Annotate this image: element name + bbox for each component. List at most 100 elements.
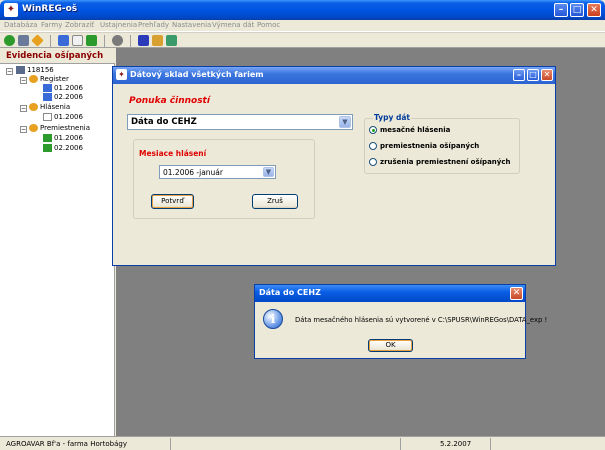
activity-value: Dáta do CEHZ	[131, 117, 197, 127]
left-panel: Evidencia ošípaných − 118156 − Register …	[0, 48, 115, 436]
tree-root-label: 118156	[27, 66, 54, 74]
tree-item-label: 01.2006	[54, 84, 83, 92]
radio-cancelled-transfers[interactable]: zrušenia premiestnení ošípaných	[369, 158, 510, 166]
data-warehouse-window: ✦ Dátový sklad všetkých fariem – □ ✕ Pon…	[112, 66, 556, 266]
tree-premiestnenia-label: Premiestnenia	[40, 124, 91, 132]
radio-pig-transfers[interactable]: premiestnenia ošípaných	[369, 142, 479, 150]
data-types-label: Typy dát	[373, 113, 411, 122]
menu-zobrazit[interactable]: Zobraziť	[65, 21, 94, 29]
menu-farmy[interactable]: Farmy	[41, 21, 62, 29]
tree-hlasenia[interactable]: Hlásenia	[29, 103, 70, 111]
tree-register-item[interactable]: 02.2006	[43, 93, 83, 101]
close-button[interactable]: ✕	[587, 3, 601, 17]
main-title-bar[interactable]: ✦ WinREG-oš – □ ✕	[0, 0, 605, 20]
users-icon[interactable]	[58, 35, 69, 46]
dialog-title-bar[interactable]: Dáta do CEHZ ✕	[255, 285, 525, 302]
menu-bar: Databáza Farmy Zobraziť Ustajnenia Prehľ…	[0, 20, 605, 32]
tree-expander[interactable]: −	[20, 105, 27, 112]
ok-button[interactable]: OK	[368, 339, 413, 352]
pig-icon	[43, 84, 52, 92]
radio-label: mesačné hlásenia	[380, 126, 451, 134]
left-panel-title: Evidencia ošípaných	[6, 51, 104, 61]
radio-button[interactable]	[369, 142, 377, 150]
radio-monthly-reports[interactable]: mesačné hlásenia	[369, 126, 450, 134]
tree-hlasenia-label: Hlásenia	[40, 103, 71, 111]
child-minimize-button[interactable]: –	[513, 69, 525, 81]
radio-label: zrušenia premiestnení ošípaných	[380, 158, 511, 166]
tree-item-label: 02.2006	[54, 93, 83, 101]
status-farm: AGROAVAR Bf'a - farma Hortobágy	[6, 440, 127, 448]
transfer-item-icon	[43, 144, 52, 152]
child-maximize-button[interactable]: □	[527, 69, 539, 81]
data-types-group: Typy dát mesačné hlásenia premiestnenia …	[364, 113, 520, 174]
menu-prehlady[interactable]: Prehľady	[138, 21, 169, 29]
radio-button-selected[interactable]	[369, 126, 377, 134]
minimize-button[interactable]: –	[554, 3, 568, 17]
menu-pomoc[interactable]: Pomoc	[257, 21, 280, 29]
dialog-title: Dáta do CEHZ	[259, 288, 321, 297]
info-icon: i	[263, 309, 283, 329]
radio-label: premiestnenia ošípaných	[380, 142, 480, 150]
tree-expander[interactable]: −	[20, 77, 27, 84]
status-divider	[490, 438, 491, 450]
month-combobox[interactable]: 01.2006 -január ▼	[159, 165, 276, 179]
status-bar: AGROAVAR Bf'a - farma Hortobágy 5.2.2007	[0, 436, 605, 450]
dialog-message: Dáta mesačného hlásenia sú vytvorené v C…	[295, 316, 548, 324]
menu-vymena-dat[interactable]: Výmena dát	[212, 21, 254, 29]
toolbar-separator	[50, 35, 51, 47]
report-doc-icon	[43, 113, 52, 121]
month-value: 01.2006 -január	[163, 168, 223, 177]
tools-icon[interactable]	[112, 35, 123, 46]
activity-combobox[interactable]: Dáta do CEHZ ▼	[127, 114, 353, 130]
cancel-button[interactable]: Zruš	[252, 194, 298, 209]
menu-ustajnenia[interactable]: Ustajnenia	[100, 21, 137, 29]
tree-item-label: 02.2006	[54, 144, 83, 152]
diamond-icon[interactable]	[31, 34, 44, 47]
tree-premiestnenia-item[interactable]: 01.2006	[43, 134, 83, 142]
tree-register-label: Register	[40, 75, 69, 83]
tree-premiestnenia[interactable]: Premiestnenia	[29, 124, 90, 132]
months-group-label: Mesiace hlásení	[138, 149, 208, 158]
pig-icon	[43, 93, 52, 101]
child-window-icon[interactable]: ✦	[116, 69, 127, 80]
chevron-down-icon[interactable]: ▼	[263, 167, 274, 177]
app-icon[interactable]: ✦	[4, 3, 18, 17]
months-group: Mesiace hlásení 01.2006 -január ▼ Potvrď…	[133, 139, 315, 219]
menu-databaza[interactable]: Databáza	[4, 21, 37, 29]
save-icon[interactable]	[138, 35, 149, 46]
tree-premiestnenia-item[interactable]: 02.2006	[43, 144, 83, 152]
grid-icon[interactable]	[18, 35, 29, 46]
report-icon	[29, 103, 38, 111]
document-icon[interactable]	[72, 35, 83, 46]
tree-root[interactable]: 118156	[16, 66, 54, 74]
toolbar-separator	[104, 35, 105, 47]
tree-register[interactable]: Register	[29, 75, 69, 83]
dialog-close-button[interactable]: ✕	[510, 287, 523, 300]
child-window-title: Dátový sklad všetkých fariem	[130, 70, 264, 79]
database-icon[interactable]	[166, 35, 177, 46]
tree-expander[interactable]: −	[20, 126, 27, 133]
radio-button[interactable]	[369, 158, 377, 166]
toolbar	[0, 32, 605, 48]
transfer-item-icon	[43, 134, 52, 142]
ok-check-icon[interactable]	[4, 35, 15, 46]
activity-label: Ponuka činností	[129, 96, 210, 106]
child-title-bar[interactable]: ✦ Dátový sklad všetkých fariem – □ ✕	[113, 67, 555, 84]
export-icon[interactable]	[152, 35, 163, 46]
message-dialog: Dáta do CEHZ ✕ i Dáta mesačného hlásenia…	[254, 284, 547, 359]
tree-hlasenia-item[interactable]: 01.2006	[43, 113, 83, 121]
confirm-button[interactable]: Potvrď	[151, 194, 194, 209]
transfer-folder-icon	[29, 124, 38, 132]
farm-icon	[16, 66, 25, 74]
tree-expander[interactable]: −	[6, 68, 13, 75]
child-close-button[interactable]: ✕	[541, 69, 553, 81]
left-panel-header: Evidencia ošípaných	[0, 48, 115, 64]
menu-nastavenia[interactable]: Nastavenia	[172, 21, 211, 29]
tree-register-item[interactable]: 01.2006	[43, 84, 83, 92]
chevron-down-icon[interactable]: ▼	[339, 116, 351, 128]
status-divider	[170, 438, 171, 450]
maximize-button[interactable]: □	[570, 3, 584, 17]
transfer-icon[interactable]	[86, 35, 97, 46]
app-title: WinREG-oš	[22, 4, 78, 14]
tree-item-label: 01.2006	[54, 134, 83, 142]
